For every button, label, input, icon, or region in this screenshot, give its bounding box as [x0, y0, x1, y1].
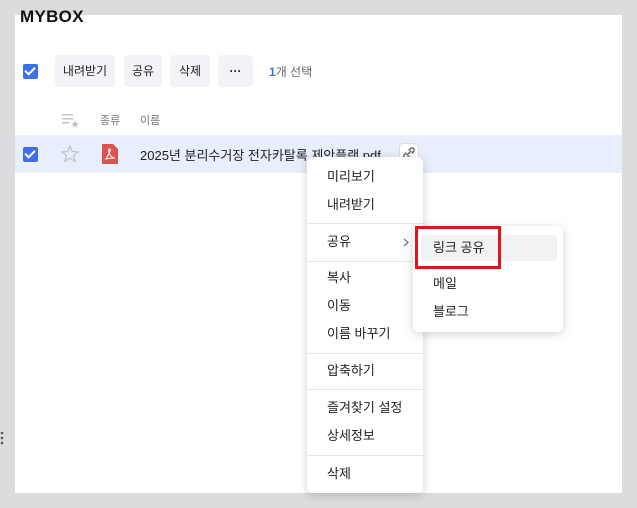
pdf-file-icon	[102, 144, 118, 164]
chevron-right-icon	[403, 238, 409, 247]
star-icon[interactable]	[61, 145, 79, 163]
highlight-annotation	[415, 226, 501, 269]
menu-item-rename[interactable]: 이름 바꾸기	[307, 321, 423, 347]
share-button[interactable]: 공유	[124, 55, 162, 87]
resize-handle-icon[interactable]	[0, 430, 4, 446]
menu-item-preview[interactable]: 미리보기	[307, 164, 423, 190]
selection-count: 1개 선택	[269, 63, 312, 80]
page-title: MYBOX	[20, 7, 84, 26]
menu-item-copy[interactable]: 복사	[307, 265, 423, 291]
menu-item-move[interactable]: 이동	[307, 293, 423, 319]
submenu-item-mail[interactable]: 메일	[413, 271, 563, 297]
menu-item-delete[interactable]: 삭제	[307, 461, 423, 487]
context-menu: 미리보기 내려받기 공유 복사 이동 이름 바꾸기 압축하기 즐겨찾기 설정 상…	[307, 157, 423, 493]
sort-favorite-icon[interactable]	[62, 112, 80, 128]
menu-item-share-label: 공유	[327, 234, 351, 249]
toolbar: 내려받기 공유 삭제 ··· 1개 선택	[15, 55, 622, 87]
menu-divider	[307, 353, 423, 354]
selection-count-suffix: 개 선택	[275, 65, 313, 79]
menu-divider	[307, 223, 423, 224]
delete-button[interactable]: 삭제	[170, 55, 210, 87]
more-button[interactable]: ···	[218, 55, 253, 87]
select-all-checkbox[interactable]	[23, 64, 38, 79]
selection-count-number: 1	[269, 65, 276, 79]
menu-divider	[307, 261, 423, 262]
row-checkbox[interactable]	[23, 147, 38, 162]
menu-item-favorite[interactable]: 즐겨찾기 설정	[307, 395, 423, 421]
menu-item-compress[interactable]: 압축하기	[307, 358, 423, 384]
menu-item-share[interactable]: 공유	[307, 229, 423, 255]
menu-item-download[interactable]: 내려받기	[307, 192, 423, 218]
submenu-item-blog[interactable]: 블로그	[413, 299, 563, 325]
menu-item-details[interactable]: 상세정보	[307, 423, 423, 449]
column-type[interactable]: 종류	[100, 112, 120, 128]
column-name[interactable]: 이름	[140, 112, 160, 128]
menu-divider	[307, 455, 423, 456]
menu-divider	[307, 389, 423, 390]
table-header: 종류 이름	[15, 108, 622, 132]
download-button[interactable]: 내려받기	[55, 55, 115, 87]
